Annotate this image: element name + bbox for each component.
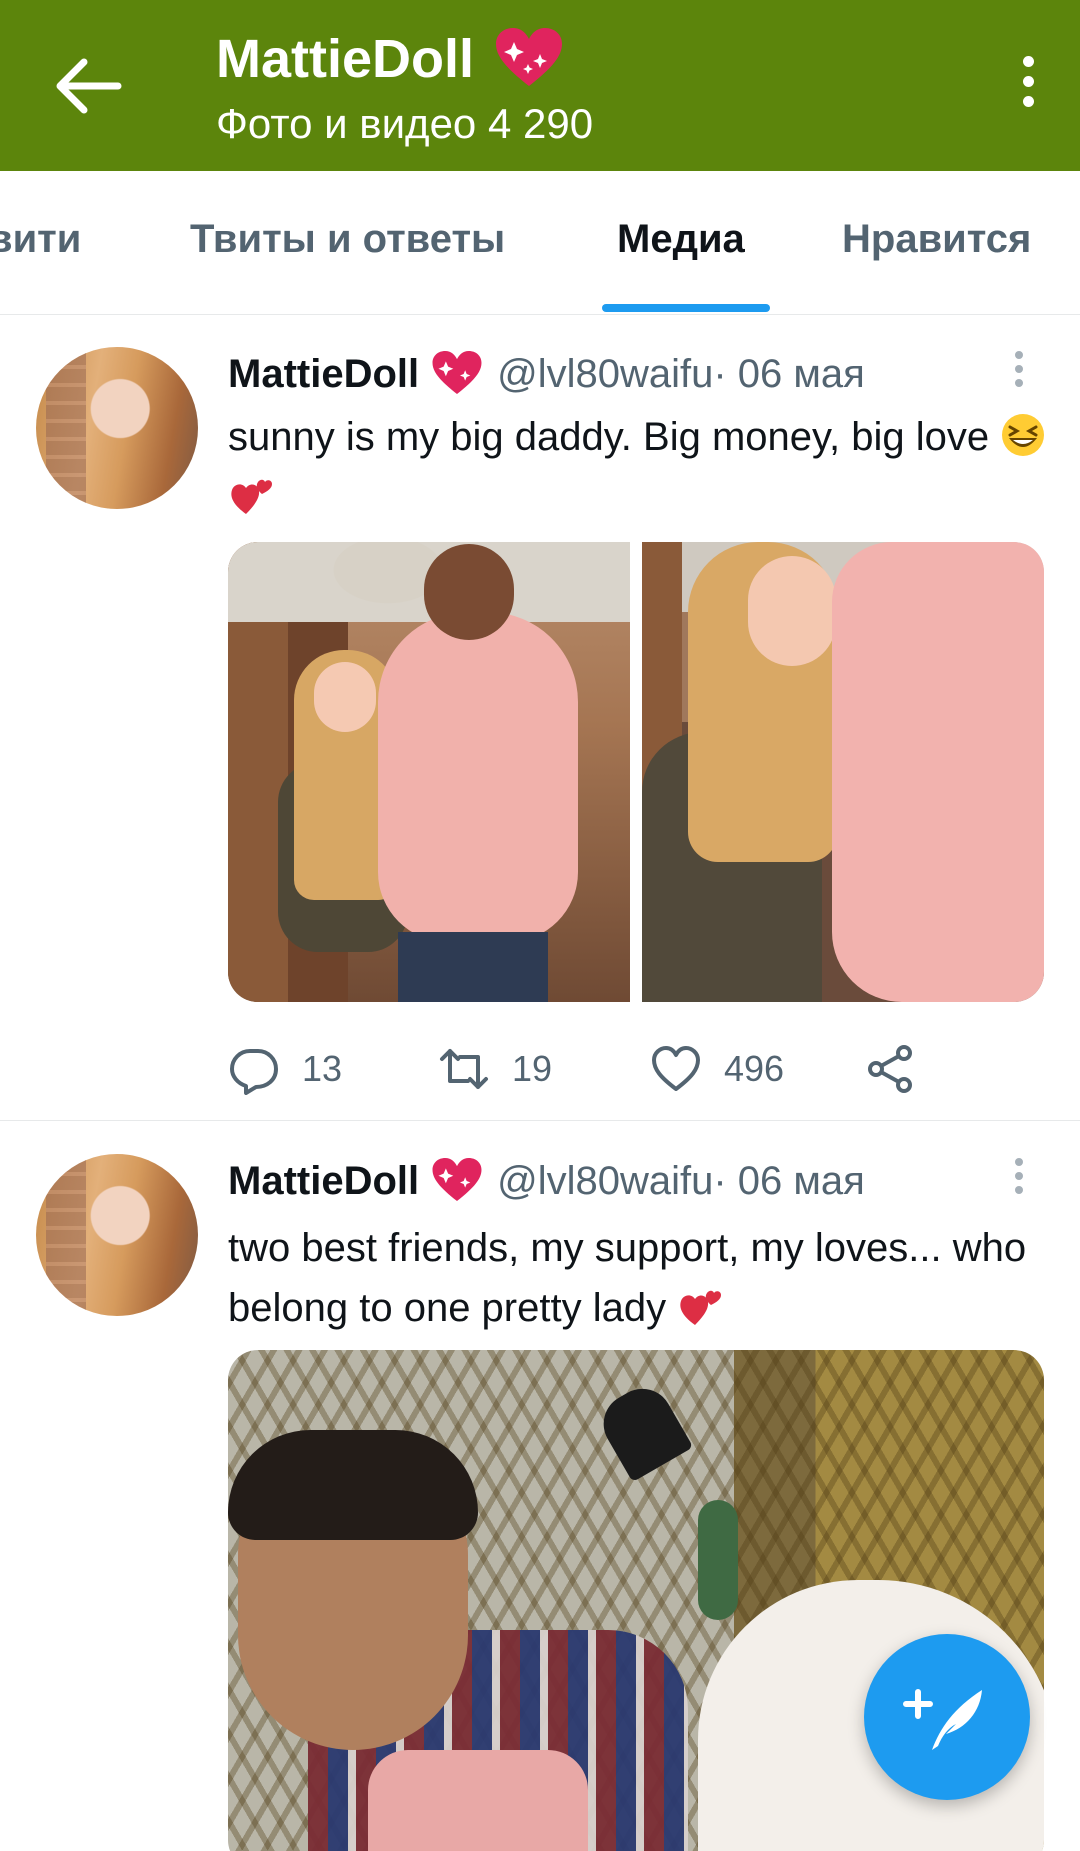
tweet-body: two best friends, my support, my loves..… — [228, 1226, 1027, 1330]
laughing-face-emoji — [1002, 414, 1045, 456]
compose-tweet-button[interactable] — [864, 1634, 1030, 1800]
sparkling-heart-icon — [496, 28, 563, 86]
avatar[interactable] — [36, 1154, 198, 1316]
tweet-media[interactable] — [228, 542, 1044, 1002]
active-tab-indicator — [602, 304, 770, 312]
menu-dot — [1015, 365, 1023, 373]
profile-header: MattieDoll Фото и видео 4 290 — [0, 0, 1080, 171]
more-vertical-icon — [1022, 56, 1034, 67]
heart-outline-icon — [652, 1046, 700, 1091]
photo-detail — [398, 932, 548, 1002]
back-button[interactable] — [52, 56, 122, 116]
like-count: 496 — [724, 1048, 785, 1089]
tweet-header: MattieDoll @lvl80waifu · 06 мая — [228, 1154, 865, 1208]
photo-detail — [228, 1430, 478, 1540]
more-vertical-icon — [1015, 1158, 1023, 1166]
photo-detail — [832, 542, 1044, 1002]
tweet-card[interactable]: MattieDoll @lvl80waifu · 06 мая sunny is… — [0, 315, 1080, 1121]
more-dot — [1022, 96, 1034, 107]
menu-dot — [1015, 1186, 1023, 1194]
like-button[interactable]: 496 — [650, 1035, 784, 1103]
author-name[interactable]: MattieDoll — [228, 352, 419, 397]
photo-detail — [378, 612, 578, 942]
two-hearts-emoji — [231, 479, 272, 514]
photo-detail — [698, 1500, 738, 1620]
more-vertical-icon — [1015, 351, 1023, 359]
two-hearts-emoji — [680, 1290, 722, 1325]
tab-tweets-replies[interactable]: Твиты и ответы — [190, 217, 505, 262]
photo-detail — [748, 556, 836, 666]
tweet-menu-button[interactable] — [1014, 351, 1024, 389]
menu-dot — [1015, 379, 1023, 387]
tweet-text: two best friends, my support, my loves..… — [228, 1218, 1048, 1338]
tweet-header: MattieDoll @lvl80waifu · 06 мая — [228, 347, 865, 401]
retweet-button[interactable]: 19 — [438, 1035, 552, 1103]
more-options-button[interactable] — [1016, 56, 1040, 120]
sparkling-heart-icon — [432, 351, 482, 395]
sparkling-heart-icon — [432, 1158, 482, 1202]
profile-name: MattieDoll — [216, 29, 475, 89]
reply-icon — [230, 1049, 278, 1095]
reply-button[interactable]: 13 — [228, 1035, 342, 1103]
author-handle[interactable]: @lvl80waifu — [497, 1159, 713, 1204]
tweet-menu-button[interactable] — [1014, 1158, 1024, 1196]
retweet-icon — [440, 1049, 488, 1089]
tab-likes[interactable]: Нравится — [842, 217, 1031, 262]
profile-title: MattieDoll — [216, 28, 564, 90]
share-icon — [868, 1045, 912, 1093]
tab-media[interactable]: Медиа — [617, 217, 745, 262]
profile-tabs: вити Твиты и ответы Медиа Нравится — [0, 171, 1080, 315]
retweet-count: 19 — [512, 1048, 553, 1089]
author-handle[interactable]: @lvl80waifu — [497, 352, 713, 397]
author-name[interactable]: MattieDoll — [228, 1159, 419, 1204]
app-screen: MattieDoll Фото и видео 4 290 вити Твиты… — [0, 0, 1080, 1851]
tweet-photo[interactable] — [228, 542, 630, 1002]
tab-tweets[interactable]: вити — [0, 217, 81, 262]
share-button[interactable] — [864, 1035, 916, 1103]
avatar[interactable] — [36, 347, 198, 509]
tweet-text: sunny is my big daddy. Big money, big lo… — [228, 407, 1048, 527]
photo-detail — [314, 662, 376, 732]
tweet-actions: 13 19 496 — [228, 1035, 928, 1103]
tweet-date: · 06 мая — [713, 351, 865, 396]
photo-detail — [424, 544, 514, 640]
photo-detail — [592, 1377, 694, 1483]
photo-detail — [368, 1750, 588, 1851]
more-dot — [1022, 76, 1034, 87]
compose-tweet-icon — [903, 1689, 982, 1750]
reply-count: 13 — [302, 1048, 343, 1089]
tweet-photo[interactable] — [642, 542, 1044, 1002]
tweet-body: sunny is my big daddy. Big money, big lo… — [228, 415, 990, 459]
menu-dot — [1015, 1172, 1023, 1180]
arrow-left-icon — [56, 58, 122, 114]
media-count: Фото и видео 4 290 — [216, 100, 594, 147]
tweet-date: · 06 мая — [713, 1158, 865, 1203]
